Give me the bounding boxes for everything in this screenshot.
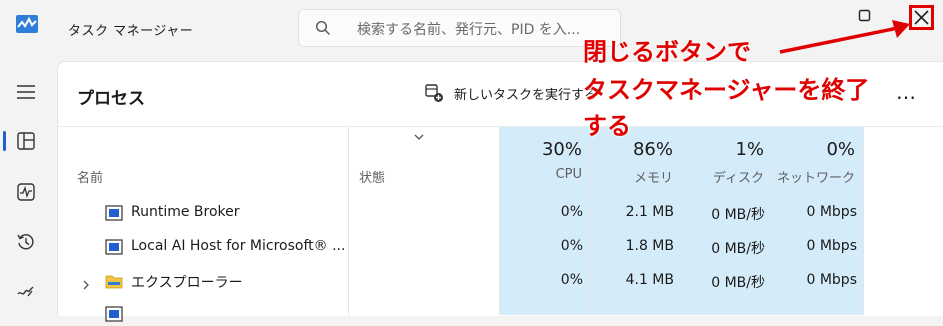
process-name[interactable]: エクスプローラー: [131, 272, 243, 292]
column-divider: [681, 127, 682, 315]
annotation-line-2: タスクマネージャーを終了: [583, 76, 870, 104]
column-divider: [499, 127, 500, 315]
network-total-percent[interactable]: 0%: [775, 139, 855, 160]
network-cell: 0 Mbps: [806, 238, 857, 254]
memory-cell: 2.1 MB: [625, 204, 674, 220]
disk-cell: 0 MB/秒: [711, 275, 765, 291]
column-divider: [772, 127, 773, 315]
column-header-disk[interactable]: ディスク: [684, 167, 764, 186]
new-task-icon[interactable]: [424, 83, 444, 103]
network-cell: 0 Mbps: [806, 272, 857, 288]
task-manager-app-icon: [16, 15, 38, 33]
column-header-status[interactable]: 状態: [359, 167, 385, 186]
cpu-cell: 0%: [560, 272, 583, 288]
column-header-network[interactable]: ネットワーク: [775, 167, 855, 186]
page-title: プロセス: [77, 89, 145, 109]
active-nav-indicator: [3, 131, 6, 151]
disk-cell: 0 MB/秒: [711, 241, 765, 257]
cpu-cell: 0%: [560, 238, 583, 254]
app-window-icon: [105, 239, 123, 255]
cpu-cell: 0%: [560, 204, 583, 220]
disk-total-percent[interactable]: 1%: [684, 139, 764, 160]
network-cell: 0 Mbps: [806, 204, 857, 220]
annotation-line-3: する: [583, 112, 631, 140]
memory-total-percent[interactable]: 86%: [593, 139, 673, 160]
performance-icon[interactable]: [14, 180, 38, 204]
chevron-down-icon[interactable]: [413, 128, 425, 140]
process-name[interactable]: Local AI Host for Microsoft® ...: [131, 238, 345, 254]
cpu-total-percent[interactable]: 30%: [502, 139, 582, 160]
column-header-cpu[interactable]: CPU: [502, 167, 582, 182]
column-divider: [590, 127, 591, 315]
column-header-memory[interactable]: メモリ: [593, 167, 673, 186]
search-input[interactable]: 検索する名前、発行元、PID を入...: [357, 19, 580, 39]
window-title: タスク マネージャー: [68, 24, 194, 39]
search-icon: [315, 20, 331, 36]
column-divider: [348, 127, 349, 315]
folder-icon: [105, 273, 123, 289]
column-divider: [863, 127, 864, 315]
more-options-button[interactable]: …: [896, 80, 917, 104]
chevron-right-icon[interactable]: [80, 276, 92, 290]
app-window-icon: [105, 205, 123, 221]
annotation-arrow: [779, 20, 910, 54]
new-task-button[interactable]: 新しいタスクを実行する: [454, 84, 597, 103]
menu-icon[interactable]: [14, 80, 38, 104]
column-header-name[interactable]: 名前: [77, 167, 103, 186]
app-window-icon: [105, 306, 123, 322]
startup-apps-icon[interactable]: [14, 279, 38, 303]
disk-cell: 0 MB/秒: [711, 207, 765, 223]
processes-icon[interactable]: [14, 129, 38, 153]
memory-cell: 4.1 MB: [625, 272, 674, 288]
annotation-line-1: 閉じるボタンで: [583, 38, 751, 66]
app-history-icon[interactable]: [14, 230, 38, 254]
process-name[interactable]: Runtime Broker: [131, 204, 240, 220]
memory-cell: 1.8 MB: [625, 238, 674, 254]
